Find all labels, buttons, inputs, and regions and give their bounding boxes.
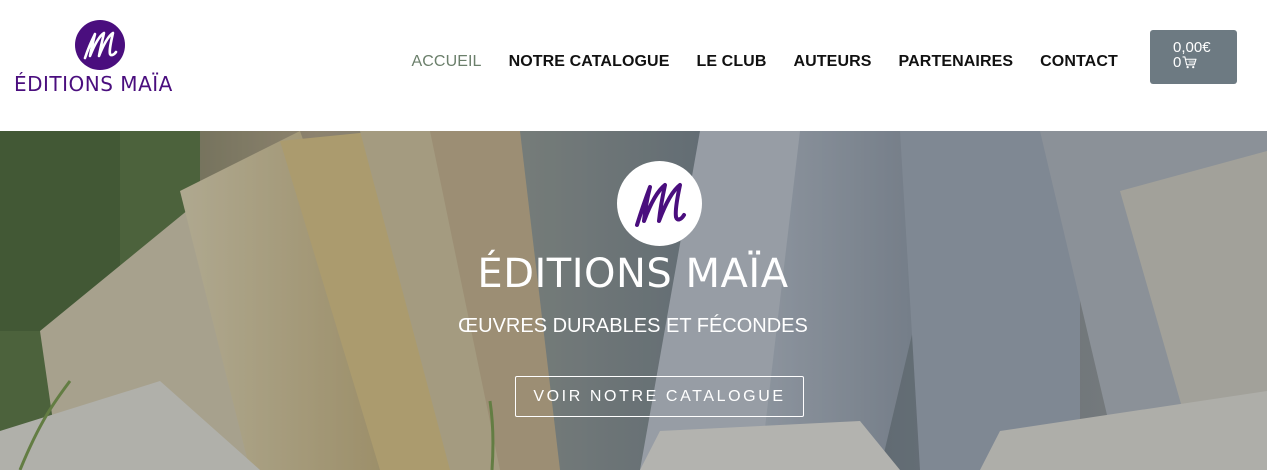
nav-item-club[interactable]: LE CLUB [696, 53, 766, 71]
brand-monogram-icon [75, 20, 125, 70]
view-catalogue-button[interactable]: VOIR NOTRE CATALOGUE [515, 376, 804, 417]
cart-button[interactable]: 0,00€ 0 [1150, 30, 1237, 84]
hero-banner: ÉDITIONS MAÏA ŒUVRES DURABLES ET FÉCONDE… [0, 131, 1267, 470]
main-nav: ACCUEIL NOTRE CATALOGUE LE CLUB AUTEURS … [398, 50, 1131, 74]
nav-item-catalogue[interactable]: NOTRE CATALOGUE [509, 53, 670, 71]
hero-tagline: ŒUVRES DURABLES ET FÉCONDES [458, 315, 808, 337]
hero-monogram-icon [617, 161, 702, 246]
nav-item-contact[interactable]: CONTACT [1040, 53, 1118, 71]
hero-title: ÉDITIONS MAÏA [477, 251, 789, 297]
cart-count: 0 [1173, 54, 1182, 71]
nav-item-accueil[interactable]: ACCUEIL [412, 53, 482, 71]
brand-name: ÉDITIONS MAÏA [14, 72, 173, 96]
brand-logo[interactable]: ÉDITIONS MAÏA [14, 20, 189, 100]
nav-item-auteurs[interactable]: AUTEURS [794, 53, 872, 71]
site-header: ÉDITIONS MAÏA ACCUEIL NOTRE CATALOGUE LE… [0, 0, 1267, 131]
cart-icon [1182, 56, 1197, 69]
cart-count-row: 0 [1173, 55, 1237, 70]
nav-item-partenaires[interactable]: PARTENAIRES [899, 53, 1014, 71]
cart-total: 0,00€ [1173, 39, 1211, 56]
